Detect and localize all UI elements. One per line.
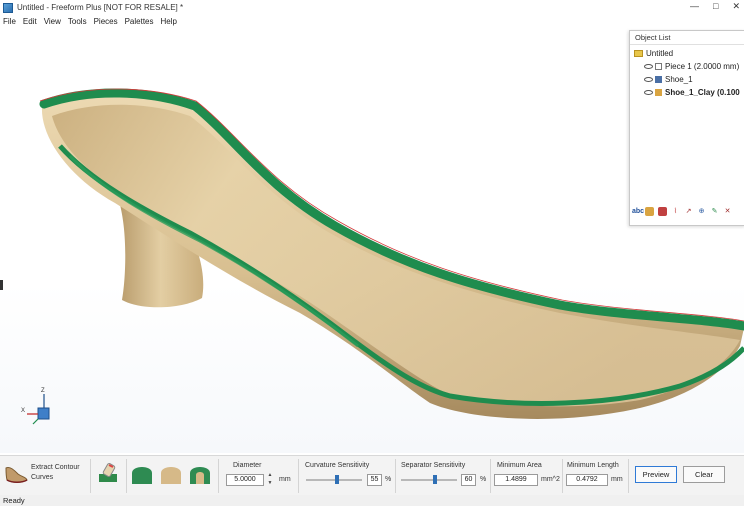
- object-list-header: Object List: [630, 31, 744, 45]
- mesh-icon: [655, 76, 662, 83]
- clear-button[interactable]: Clear: [683, 466, 725, 483]
- min-length-label: Minimum Length: [567, 462, 619, 469]
- clay-tool-icon[interactable]: [645, 207, 654, 216]
- menu-edit[interactable]: Edit: [23, 17, 37, 26]
- min-length-unit: mm: [611, 476, 623, 483]
- curve-tool-icon[interactable]: ⌇: [671, 207, 680, 216]
- min-area-unit: mm^2: [541, 476, 560, 483]
- diameter-unit: mm: [279, 476, 291, 483]
- object-item-label: Shoe_1: [665, 75, 693, 84]
- preview-button[interactable]: Preview: [635, 466, 677, 483]
- toolbar-separator: [628, 459, 629, 493]
- separator-unit: %: [480, 476, 487, 483]
- axis-x-label: X: [21, 408, 26, 414]
- status-bar: Ready: [0, 495, 744, 506]
- title-bar: Untitled - Freeform Plus [NOT FOR RESALE…: [0, 0, 744, 15]
- pivot-tool-icon[interactable]: ⊕: [697, 207, 706, 216]
- paint-tool-icon[interactable]: [658, 207, 667, 216]
- window-controls: — □ ✕: [690, 1, 740, 12]
- mixed-shape-icon[interactable]: [189, 463, 211, 485]
- object-list-item-selected[interactable]: Shoe_1_Clay (0.100: [644, 88, 740, 97]
- menu-file[interactable]: File: [3, 17, 16, 26]
- menu-help[interactable]: Help: [161, 17, 177, 26]
- toolbar-separator: [90, 459, 91, 493]
- toolbar-separator: [218, 459, 219, 493]
- object-list-item[interactable]: Piece 1 (2.0000 mm): [644, 62, 739, 71]
- green-shape-icon[interactable]: [131, 463, 153, 485]
- min-length-input[interactable]: 0.4792: [566, 474, 608, 486]
- tool-arrow-icon[interactable]: ↗: [684, 207, 693, 216]
- eraser-icon[interactable]: [95, 462, 121, 486]
- object-list-root[interactable]: Untitled: [634, 49, 673, 58]
- curvature-label: Curvature Sensitivity: [305, 462, 370, 469]
- object-item-label: Piece 1 (2.0000 mm): [665, 62, 740, 71]
- tool-options-bar: Extract Contour Curves Diameter 5.0000 ▲…: [0, 455, 744, 496]
- text-tool-icon[interactable]: abc: [632, 207, 644, 216]
- object-list-root-label: Untitled: [646, 49, 674, 58]
- minimize-button[interactable]: —: [690, 1, 699, 12]
- toolbar-separator: [126, 459, 127, 493]
- separator-input[interactable]: 60: [461, 474, 476, 486]
- folder-icon: [634, 50, 643, 57]
- axis-triad-icon: [27, 394, 50, 425]
- curvature-unit: %: [385, 476, 392, 483]
- separator-label: Separator Sensitivity: [401, 462, 466, 469]
- curvature-input[interactable]: 55: [367, 474, 382, 486]
- menu-bar: File Edit View Tools Pieces Palettes Hel…: [0, 15, 744, 27]
- close-button[interactable]: ✕: [732, 1, 740, 12]
- curvature-slider-thumb[interactable]: [334, 475, 339, 484]
- sketch-tool-icon[interactable]: ✎: [710, 207, 719, 216]
- shoe-tool-icon[interactable]: [4, 462, 28, 486]
- separator-slider-thumb[interactable]: [432, 475, 437, 484]
- min-area-label: Minimum Area: [497, 462, 542, 469]
- object-list-item[interactable]: Shoe_1: [644, 75, 693, 84]
- maximize-button[interactable]: □: [713, 1, 718, 12]
- eye-icon[interactable]: [644, 77, 653, 82]
- diameter-label: Diameter: [233, 462, 262, 469]
- separator-slider[interactable]: [401, 479, 457, 481]
- extract-label-line1: Extract Contour: [31, 464, 80, 471]
- toolbar-separator: [562, 459, 563, 493]
- piece-icon: [655, 63, 662, 70]
- menu-palettes[interactable]: Palettes: [125, 17, 154, 26]
- beige-shape-icon[interactable]: [160, 463, 182, 485]
- window-title: Untitled - Freeform Plus [NOT FOR RESALE…: [17, 3, 184, 12]
- extract-label-line2: Curves: [31, 474, 54, 481]
- axis-z-label: Z: [41, 388, 45, 394]
- toolbar-separator: [490, 459, 491, 493]
- eye-icon[interactable]: [644, 64, 653, 69]
- eye-icon[interactable]: [644, 90, 653, 95]
- delete-tool-icon[interactable]: ✕: [723, 207, 732, 216]
- app-icon: [3, 2, 13, 13]
- toolbar-separator: [298, 459, 299, 493]
- toolbar-separator: [395, 459, 396, 493]
- diameter-spinner[interactable]: ▲ ▼: [266, 471, 274, 488]
- object-item-label: Shoe_1_Clay (0.100: [665, 88, 740, 97]
- menu-view[interactable]: View: [44, 17, 61, 26]
- diameter-input[interactable]: 5.0000: [226, 474, 264, 486]
- object-list-panel: Object List Untitled Piece 1 (2.0000 mm)…: [629, 30, 744, 226]
- min-area-input[interactable]: 1.4899: [494, 474, 538, 486]
- menu-tools[interactable]: Tools: [68, 17, 87, 26]
- menu-pieces[interactable]: Pieces: [94, 17, 118, 26]
- object-list-toolbar: abc ⌇ ↗ ⊕ ✎ ✕: [632, 207, 732, 216]
- clay-icon: [655, 89, 662, 96]
